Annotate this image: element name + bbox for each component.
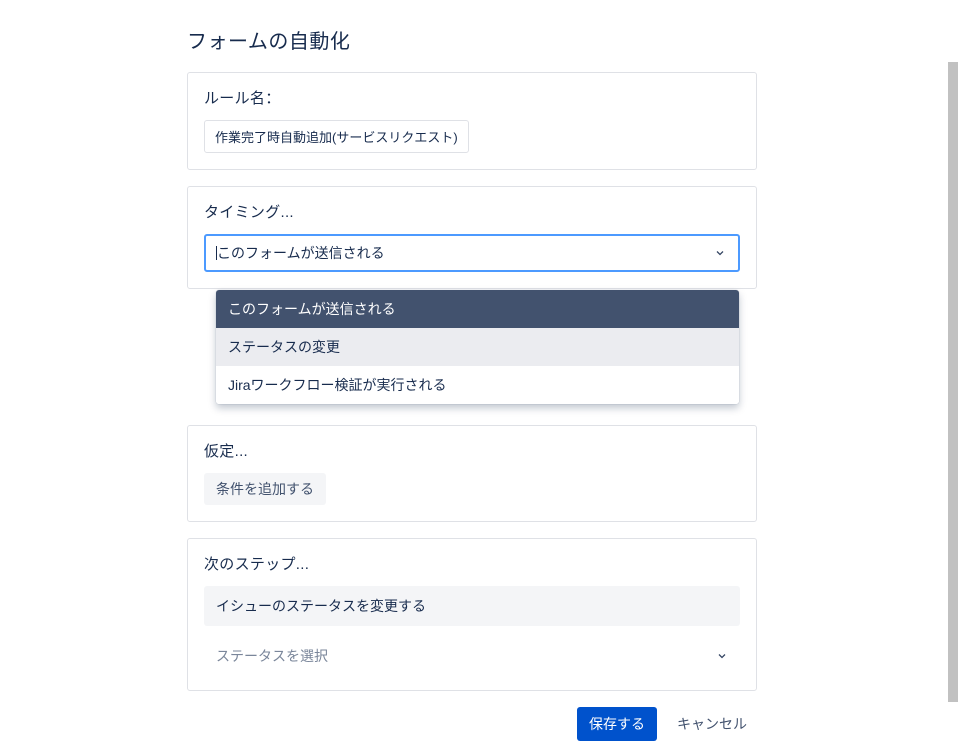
rule-name-panel: ルール名： 作業完了時自動追加(サービスリクエスト) — [187, 72, 757, 170]
scrollbar-track — [948, 0, 958, 714]
timing-panel: タイミング... このフォームが送信される このフォームが送信される ステータス… — [187, 186, 757, 289]
timing-label: タイミング... — [204, 201, 740, 222]
timing-dropdown: このフォームが送信される ステータスの変更 Jiraワークフロー検証が実行される — [216, 290, 739, 404]
timing-option-form-submitted[interactable]: このフォームが送信される — [216, 290, 739, 328]
chevron-down-icon — [716, 650, 728, 662]
next-step-panel: 次のステップ... イシューのステータスを変更する ステータスを選択 — [187, 538, 757, 691]
page-title: フォームの自動化 — [187, 25, 757, 54]
save-button[interactable]: 保存する — [577, 707, 657, 741]
add-condition-button[interactable]: 条件を追加する — [204, 473, 326, 505]
rule-name-label: ルール名： — [204, 87, 740, 108]
footer-actions: 保存する キャンセル — [187, 707, 757, 741]
rule-name-value[interactable]: 作業完了時自動追加(サービスリクエスト) — [204, 120, 469, 153]
chevron-down-icon — [714, 247, 726, 259]
status-select[interactable]: ステータスを選択 — [204, 638, 740, 674]
assumption-label: 仮定... — [204, 440, 740, 461]
assumption-panel: 仮定... 条件を追加する — [187, 425, 757, 522]
timing-option-jira-workflow[interactable]: Jiraワークフロー検証が実行される — [216, 366, 739, 404]
next-step-action[interactable]: イシューのステータスを変更する — [204, 586, 740, 626]
next-step-label: 次のステップ... — [204, 553, 740, 574]
timing-select-value: このフォームが送信される — [216, 245, 385, 261]
scrollbar-thumb[interactable] — [948, 62, 958, 702]
timing-select[interactable]: このフォームが送信される このフォームが送信される ステータスの変更 Jiraワ… — [204, 234, 740, 272]
status-select-placeholder: ステータスを選択 — [216, 648, 328, 664]
cancel-button[interactable]: キャンセル — [667, 707, 757, 741]
timing-option-status-change[interactable]: ステータスの変更 — [216, 328, 739, 366]
